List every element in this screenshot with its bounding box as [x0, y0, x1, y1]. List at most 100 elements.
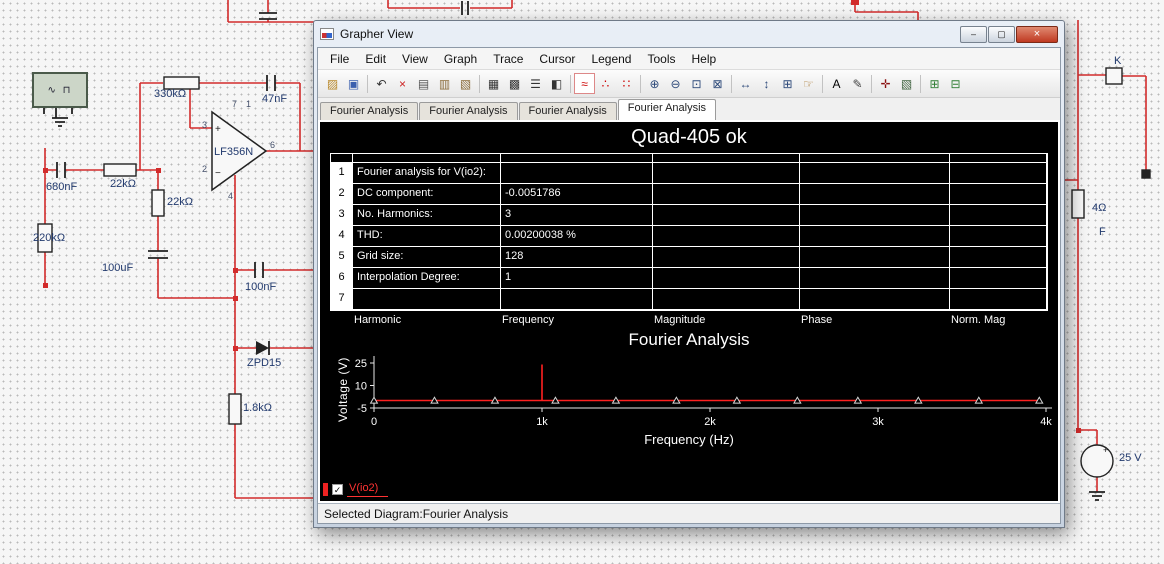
label-resistor-1k8: 1.8kΩ — [243, 402, 273, 414]
tab-fourier-analysis-2[interactable]: Fourier Analysis — [518, 102, 617, 120]
copy-graph-icon[interactable]: ▥ — [434, 73, 455, 94]
label-f: F — [1099, 226, 1106, 238]
show-legend-icon[interactable]: ☰ — [525, 73, 546, 94]
source-plus-mark: + — [1103, 445, 1108, 455]
row-value: 3 — [501, 205, 653, 226]
svg-text:2k: 2k — [704, 416, 716, 428]
title-bar[interactable]: Grapher View – ▢ × — [317, 21, 1061, 47]
toolbar-separator — [367, 74, 368, 93]
export-report-icon[interactable]: ▧ — [896, 73, 917, 94]
toolbar-separator — [731, 74, 732, 93]
zener-diode-symbol — [256, 341, 269, 355]
undo-icon[interactable]: ↶ — [371, 73, 392, 94]
table-cell — [950, 205, 1047, 226]
svg-text:4k: 4k — [1040, 416, 1052, 428]
menu-graph[interactable]: Graph — [436, 50, 485, 68]
show-trace-points-icon[interactable]: ∷ — [616, 73, 637, 94]
table-header-cell — [501, 154, 653, 163]
grapher-app-icon — [320, 28, 334, 40]
pin-6: 6 — [270, 140, 276, 150]
zoom-out-icon[interactable]: ⊖ — [665, 73, 686, 94]
svg-text:10: 10 — [355, 381, 367, 393]
trace-legend: ✓ V(io2) — [323, 482, 389, 497]
tab-fourier-analysis-0[interactable]: Fourier Analysis — [320, 102, 419, 120]
table-cell — [653, 163, 800, 184]
zoom-horizontal-icon[interactable]: ↔ — [735, 73, 756, 94]
copy-icon[interactable]: ▤ — [413, 73, 434, 94]
pin-7: 7 — [232, 99, 238, 109]
table-cell — [950, 184, 1047, 205]
row-number: 1 — [331, 163, 353, 184]
table-cell — [653, 205, 800, 226]
table-cell — [800, 184, 950, 205]
open-icon[interactable]: ▨ — [322, 73, 343, 94]
legend-flag-icon — [323, 483, 328, 496]
y-axis-label: Voltage (V) — [336, 357, 350, 422]
minimize-button-icon[interactable]: – — [960, 25, 987, 43]
zoom-area-icon[interactable]: ⊡ — [686, 73, 707, 94]
menu-edit[interactable]: Edit — [357, 50, 394, 68]
status-text: Selected Diagram:Fourier Analysis — [324, 506, 509, 521]
graph-properties-icon[interactable]: ◧ — [546, 73, 567, 94]
table-cell — [800, 226, 950, 247]
svg-text:3k: 3k — [872, 416, 884, 428]
label-resistor-22k-b: 22kΩ — [167, 196, 193, 208]
table-header-cell — [331, 154, 353, 163]
svg-text:1k: 1k — [536, 416, 548, 428]
svg-text:-5: -5 — [357, 403, 367, 415]
menu-file[interactable]: File — [322, 50, 357, 68]
toolbar-separator — [871, 74, 872, 93]
edit-properties-icon[interactable]: ✎ — [847, 73, 868, 94]
paste-icon[interactable]: ▧ — [455, 73, 476, 94]
grid-properties-icon[interactable]: ▩ — [504, 73, 525, 94]
row-number: 5 — [331, 247, 353, 268]
row-label: No. Harmonics: — [353, 205, 501, 226]
menu-help[interactable]: Help — [684, 50, 725, 68]
show-cursors-icon[interactable]: ✛ — [875, 73, 896, 94]
x-axis-label: Frequency (Hz) — [644, 432, 734, 447]
zoom-in-icon[interactable]: ⊕ — [644, 73, 665, 94]
text-annotation-icon[interactable]: A — [826, 73, 847, 94]
opamp-plus-mark: + — [215, 124, 221, 135]
zoom-vertical-icon[interactable]: ↕ — [756, 73, 777, 94]
label-cap-100n: 100nF — [245, 281, 277, 293]
legend-checkbox[interactable]: ✓ — [332, 484, 343, 495]
row-value — [501, 163, 653, 184]
table-cell — [653, 289, 800, 310]
menu-cursor[interactable]: Cursor — [531, 50, 583, 68]
label-resistor-4ohm: 4Ω — [1092, 202, 1107, 214]
table-header-cell — [353, 154, 501, 163]
pin-1: 1 — [246, 99, 252, 109]
row-value: 128 — [501, 247, 653, 268]
menu-legend[interactable]: Legend — [583, 50, 639, 68]
pin-4: 4 — [228, 191, 234, 201]
overlay-traces-icon[interactable]: ≈ — [574, 73, 595, 94]
export-to-csv-icon[interactable]: ⊟ — [945, 73, 966, 94]
tab-fourier-analysis-1[interactable]: Fourier Analysis — [419, 102, 518, 120]
row-value: 1 — [501, 268, 653, 289]
tab-fourier-analysis-3[interactable]: Fourier Analysis — [617, 99, 717, 120]
save-icon[interactable]: ▣ — [343, 73, 364, 94]
maximize-button-icon[interactable]: ▢ — [988, 25, 1015, 43]
footer-col-magnitude: Magnitude — [654, 314, 706, 326]
menu-tools[interactable]: Tools — [639, 50, 683, 68]
tabs-row: Fourier Analysis Fourier Analysis Fourier … — [318, 98, 1060, 120]
show-grid-icon[interactable]: ▦ — [483, 73, 504, 94]
label-cap-680n: 680nF — [46, 181, 78, 193]
close-button-icon[interactable]: × — [1016, 25, 1058, 43]
fourier-plot: 25 10 -5 0 1k 2k 3k 4k — [355, 356, 1052, 428]
delete-icon[interactable]: × — [392, 73, 413, 94]
menu-view[interactable]: View — [394, 50, 436, 68]
pan-icon[interactable]: ☞ — [798, 73, 819, 94]
footer-col-frequency: Frequency — [502, 314, 554, 326]
show-trace-markers-icon[interactable]: ∴ — [595, 73, 616, 94]
menu-trace[interactable]: Trace — [485, 50, 531, 68]
function-generator-icon: ∿ ⊓ — [32, 72, 88, 108]
toolbar-separator — [822, 74, 823, 93]
export-to-excel-icon[interactable]: ⊞ — [924, 73, 945, 94]
zoom-selection-icon[interactable]: ⊞ — [777, 73, 798, 94]
zoom-full-icon[interactable]: ⊠ — [707, 73, 728, 94]
table-cell — [653, 184, 800, 205]
table-cell — [800, 289, 950, 310]
row-number: 7 — [331, 289, 353, 310]
